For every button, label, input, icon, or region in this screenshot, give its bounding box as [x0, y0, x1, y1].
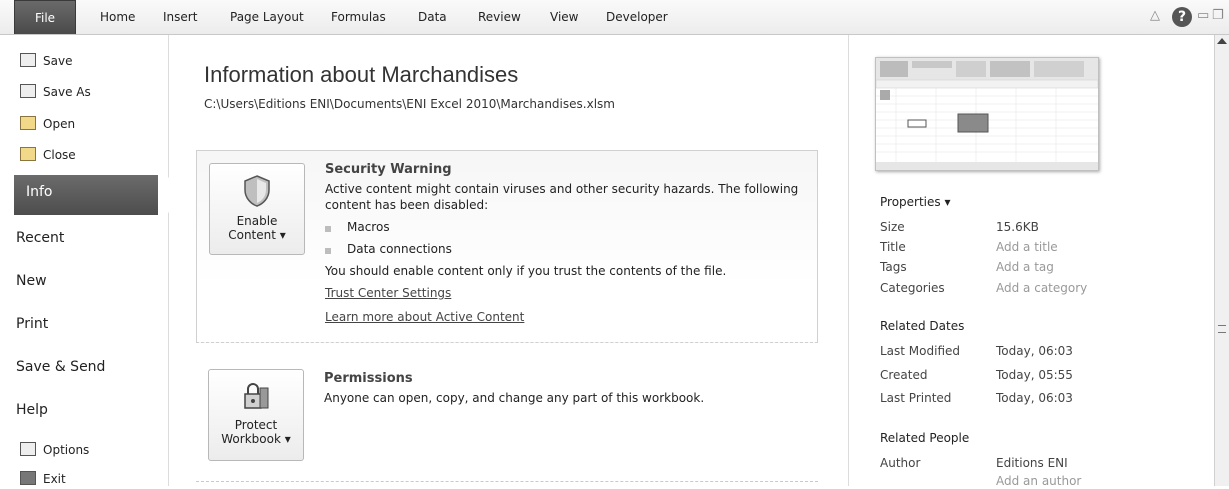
save-button[interactable]: Save — [20, 51, 72, 71]
shield-icon — [244, 175, 270, 207]
tab-file[interactable]: File — [14, 0, 76, 34]
author-value[interactable]: Editions ENI — [996, 456, 1068, 470]
options-icon — [20, 442, 36, 456]
enable-content-line1: Enable — [236, 214, 278, 228]
nav-help[interactable]: Help — [16, 398, 48, 422]
prop-tags-key: Tags — [880, 260, 907, 274]
tab-view[interactable]: View — [550, 0, 578, 34]
tab-insert[interactable]: Insert — [163, 0, 197, 34]
options-button[interactable]: Options — [20, 440, 89, 460]
prop-tags-value[interactable]: Add a tag — [996, 260, 1054, 274]
prop-size-key: Size — [880, 220, 905, 234]
author-key: Author — [880, 456, 921, 470]
nav-new[interactable]: New — [16, 269, 47, 293]
close-folder-icon — [20, 147, 36, 161]
open-label: Open — [43, 117, 76, 131]
related-people-heading: Related People — [880, 431, 970, 445]
trust-center-link[interactable]: Trust Center Settings — [325, 286, 451, 300]
bullet-macros: Macros — [325, 220, 390, 234]
prop-categories-value[interactable]: Add a category — [996, 281, 1087, 295]
date-printed-key: Last Printed — [880, 391, 952, 405]
scroll-grip-icon[interactable] — [1218, 325, 1226, 333]
backstage-nav: Save Save As Open Close Info Recent New … — [0, 35, 170, 489]
window-minimize-icon[interactable]: ▭ — [1197, 8, 1209, 26]
tab-home[interactable]: Home — [100, 0, 135, 34]
vertical-scrollbar[interactable] — [1214, 35, 1229, 486]
permissions-text: Anyone can open, copy, and change any pa… — [324, 391, 705, 405]
open-folder-icon — [20, 116, 36, 130]
date-created-key: Created — [880, 368, 928, 382]
thumbnail-image — [875, 58, 1099, 170]
nav-info-selected[interactable]: Info — [14, 175, 158, 215]
security-text-2: content has been disabled: — [325, 198, 489, 212]
date-modified-value: Today, 06:03 — [996, 344, 1073, 358]
exit-button[interactable]: Exit — [20, 469, 66, 489]
learn-more-link[interactable]: Learn more about Active Content — [325, 310, 524, 324]
nav-save-send[interactable]: Save & Send — [16, 355, 105, 379]
open-button[interactable]: Open — [20, 114, 75, 134]
section-divider — [196, 481, 818, 482]
nav-recent[interactable]: Recent — [16, 226, 64, 250]
tab-developer[interactable]: Developer — [606, 0, 668, 34]
options-label: Options — [43, 443, 90, 457]
scroll-up-icon[interactable] — [1217, 38, 1227, 44]
bullet-data-connections: Data connections — [325, 242, 452, 256]
ribbon-minimize-icon[interactable]: △ — [1150, 8, 1160, 26]
tab-data[interactable]: Data — [418, 0, 447, 34]
tab-formulas[interactable]: Formulas — [331, 0, 386, 34]
related-dates-heading: Related Dates — [880, 319, 965, 333]
save-as-button[interactable]: Save As — [20, 82, 91, 102]
security-advice: You should enable content only if you tr… — [325, 264, 727, 278]
protect-workbook-button[interactable]: Protect Workbook ▾ — [208, 369, 304, 461]
properties-heading[interactable]: Properties ▾ — [880, 195, 950, 209]
close-button[interactable]: Close — [20, 145, 76, 165]
tab-review[interactable]: Review — [478, 0, 521, 34]
help-icon[interactable]: ? — [1172, 7, 1192, 27]
tab-page-layout[interactable]: Page Layout — [230, 0, 304, 34]
enable-content-button[interactable]: Enable Content ▾ — [209, 163, 305, 255]
date-modified-key: Last Modified — [880, 344, 961, 358]
permissions-heading: Permissions — [324, 371, 413, 386]
file-path: C:\Users\Editions ENI\Documents\ENI Exce… — [204, 97, 615, 111]
date-printed-value: Today, 06:03 — [996, 391, 1073, 405]
prop-size-value: 15.6KB — [996, 220, 1039, 234]
workbook-thumbnail — [875, 57, 1099, 171]
date-created-value: Today, 05:55 — [996, 368, 1073, 382]
prop-title-key: Title — [880, 240, 906, 254]
security-warning-panel: Enable Content ▾ Security Warning Active… — [196, 150, 818, 343]
close-label: Close — [43, 148, 76, 162]
ribbon-tab-bar: File Home Insert Page Layout Formulas Da… — [0, 0, 1229, 35]
protect-workbook-line2: Workbook ▾ — [221, 432, 291, 446]
exit-label: Exit — [43, 472, 66, 486]
prop-title-value[interactable]: Add a title — [996, 240, 1058, 254]
save-label: Save — [43, 54, 73, 68]
lock-icon — [244, 383, 269, 409]
page-title: Information about Marchandises — [204, 62, 519, 87]
prop-categories-key: Categories — [880, 281, 945, 295]
save-icon — [20, 53, 36, 67]
nav-print[interactable]: Print — [16, 312, 48, 336]
window-restore-icon[interactable]: ❐ — [1212, 8, 1224, 26]
save-as-label: Save As — [43, 85, 91, 99]
info-main: Information about Marchandises C:\Users\… — [169, 35, 847, 486]
nav-info-label: Info — [26, 184, 53, 200]
protect-workbook-line1: Protect — [234, 418, 278, 432]
security-heading: Security Warning — [325, 162, 452, 177]
properties-pane: Properties ▾ Size 15.6KB Title Add a tit… — [848, 35, 1215, 488]
save-as-icon — [20, 84, 36, 98]
tab-file-label: File — [34, 11, 56, 25]
enable-content-line2: Content ▾ — [228, 228, 286, 242]
exit-icon — [20, 471, 36, 485]
security-text-1: Active content might contain viruses and… — [325, 182, 799, 196]
